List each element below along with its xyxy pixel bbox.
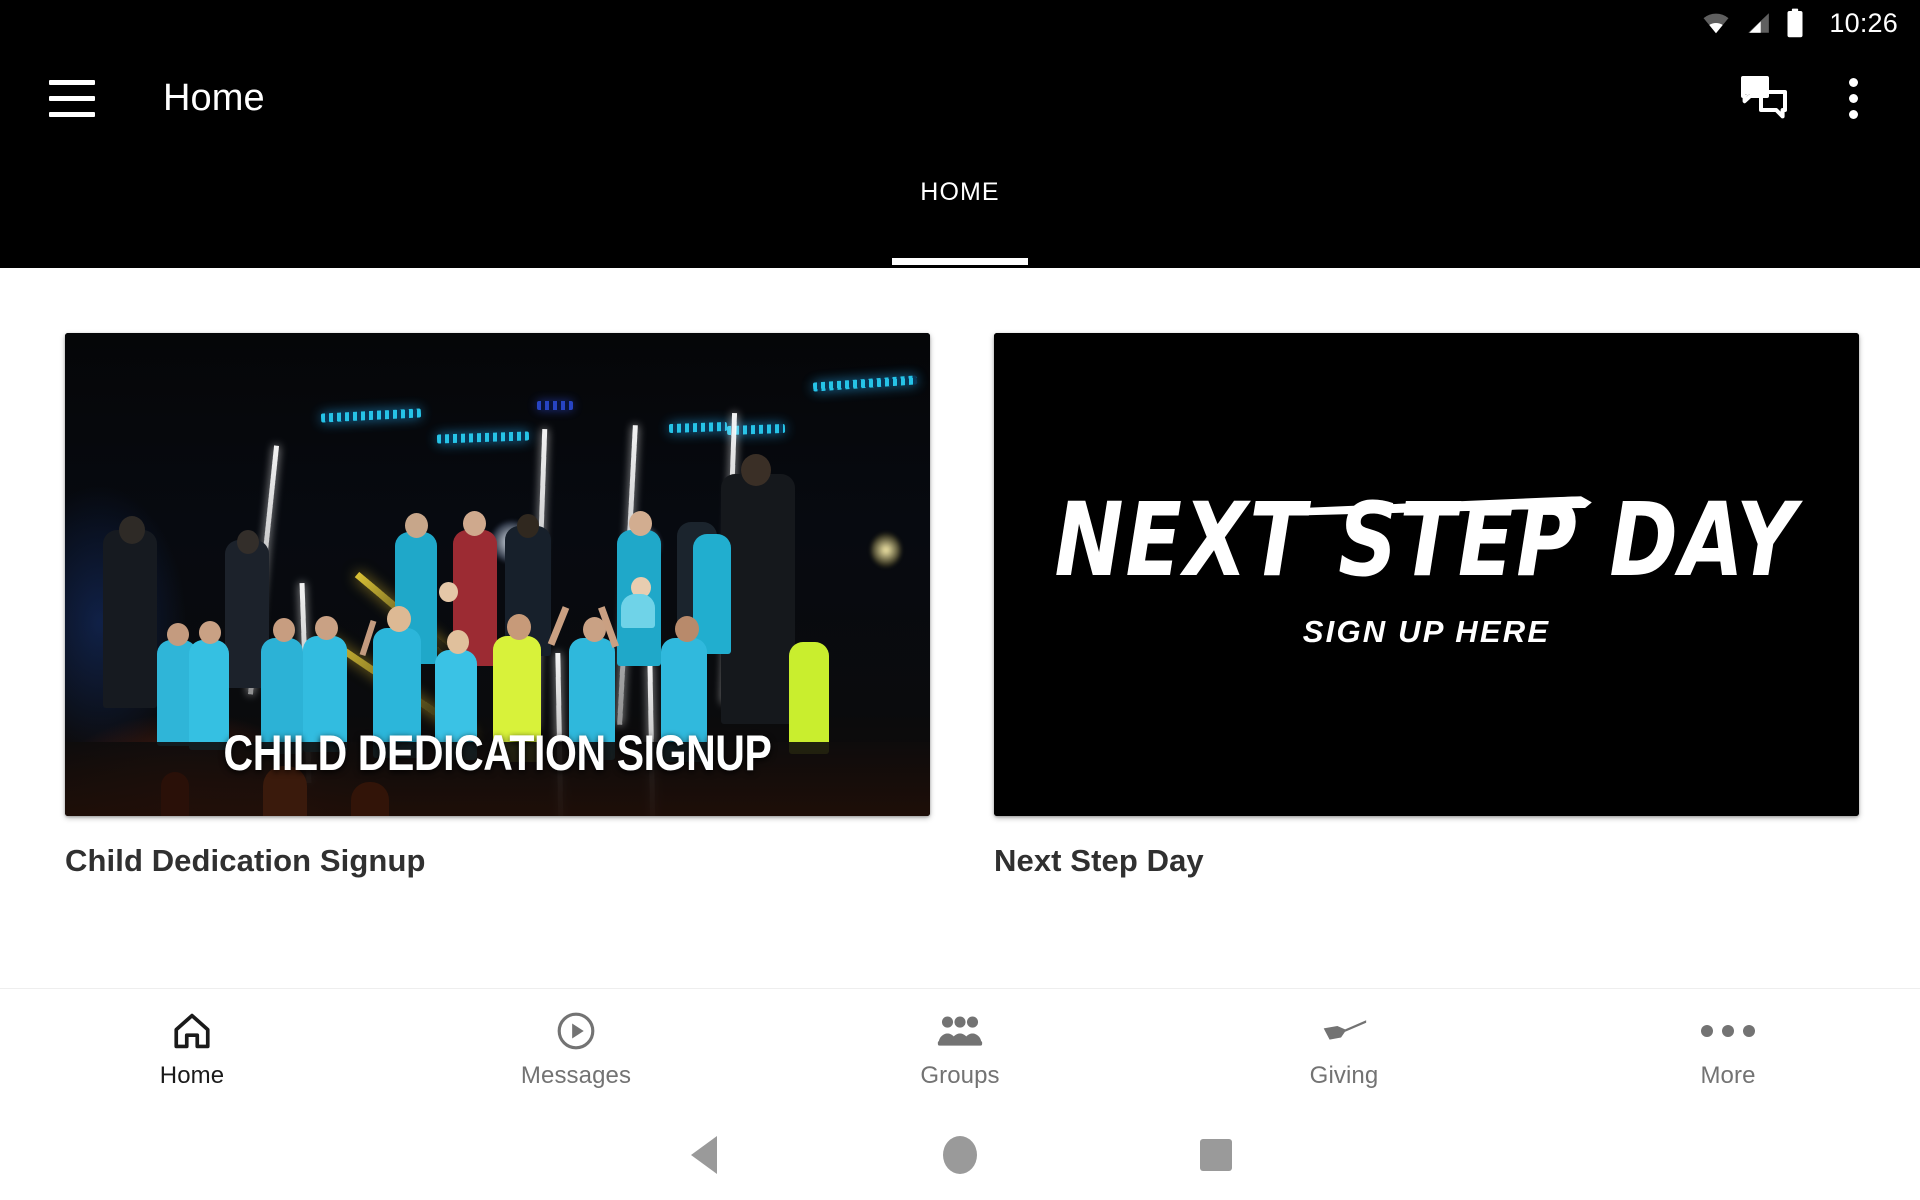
hamburger-bar	[49, 95, 95, 101]
nav-item-giving[interactable]: Giving	[1152, 1009, 1536, 1090]
wifi-icon	[1703, 13, 1729, 34]
system-back-button[interactable]	[576, 1136, 832, 1174]
recents-square-icon	[1200, 1139, 1232, 1171]
status-bar-icons: 10:26	[1701, 8, 1898, 38]
more-horizontal-icon	[1701, 1009, 1755, 1053]
back-triangle-icon	[691, 1136, 717, 1174]
nav-item-more-label: More	[1700, 1062, 1756, 1089]
nav-item-messages-label: Messages	[520, 1062, 632, 1089]
page-title: Home	[163, 76, 265, 119]
system-home-button[interactable]	[832, 1136, 1088, 1174]
tab-bar: HOME	[0, 150, 1920, 268]
system-recents-button[interactable]	[1088, 1139, 1344, 1171]
nav-item-home-label: Home	[159, 1062, 225, 1089]
app-bar: Home	[0, 46, 1920, 150]
nav-item-more[interactable]: More	[1536, 1009, 1920, 1090]
next-step-day-graphic: NEXT STEP DAY SIGN UP HERE	[994, 333, 1859, 816]
hamburger-bar	[49, 79, 95, 85]
card-title: Child Dedication Signup	[65, 843, 426, 878]
nav-item-messages[interactable]: Messages	[384, 1009, 768, 1090]
hamburger-menu-icon[interactable]	[49, 79, 95, 117]
bottom-navigation-bar: Home Messages Groups Giving More	[0, 988, 1920, 1110]
kebab-dots	[1848, 77, 1858, 119]
app-bar-actions	[1734, 67, 1884, 129]
home-icon	[170, 1009, 214, 1053]
tab-home[interactable]: HOME	[880, 150, 1039, 265]
home-circle-icon	[943, 1136, 977, 1174]
play-circle-icon	[555, 1009, 597, 1053]
card-child-dedication-signup[interactable]: CHILD DEDICATION SIGNUP Child Dedication…	[65, 333, 930, 879]
chat-bubbles-icon	[1741, 76, 1787, 119]
card-grid: CHILD DEDICATION SIGNUP Child Dedication…	[0, 268, 1920, 879]
more-dot	[1743, 1025, 1755, 1037]
more-dots	[1701, 1025, 1755, 1037]
hamburger-bar	[49, 111, 95, 117]
people-group-icon	[935, 1009, 985, 1053]
nav-item-home[interactable]: Home	[0, 1009, 384, 1090]
tab-active-indicator	[892, 258, 1028, 265]
nav-item-groups-label: Groups	[920, 1062, 1000, 1089]
status-bar-clock: 10:26	[1829, 7, 1898, 38]
messages-icon[interactable]	[1734, 67, 1796, 129]
main-content: CHILD DEDICATION SIGNUP Child Dedication…	[0, 268, 1920, 988]
overflow-menu-icon[interactable]	[1822, 67, 1884, 129]
status-bar: 10:26	[0, 0, 1920, 46]
kebab-dot	[1848, 109, 1858, 119]
app-root: 10:26 Home HOME CHILD DEDICATION SIGNUP …	[0, 0, 1920, 1200]
kebab-dot	[1848, 77, 1858, 87]
tab-home-label: HOME	[920, 178, 1000, 206]
cellular-signal-icon	[1748, 13, 1770, 33]
card-title: Next Step Day	[994, 843, 1204, 878]
nav-item-giving-label: Giving	[1309, 1062, 1379, 1089]
open-hand-icon	[1320, 1009, 1368, 1053]
card-media-graphic[interactable]: NEXT STEP DAY SIGN UP HERE	[994, 333, 1859, 816]
more-dot	[1722, 1025, 1734, 1037]
kebab-dot	[1848, 93, 1858, 103]
more-dot	[1701, 1025, 1713, 1037]
nav-item-groups[interactable]: Groups	[768, 1009, 1152, 1090]
card-overlay-title: CHILD DEDICATION SIGNUP	[223, 725, 772, 781]
battery-icon	[1787, 8, 1803, 38]
card-overlay-subtitle: SIGN UP HERE	[1302, 613, 1551, 649]
card-overlay-title: NEXT STEP DAY	[1054, 481, 1799, 600]
card-media-photo[interactable]: CHILD DEDICATION SIGNUP	[65, 333, 930, 816]
android-system-navigation-bar	[0, 1110, 1920, 1200]
card-next-step-day[interactable]: NEXT STEP DAY SIGN UP HERE Next Step Day	[994, 333, 1859, 879]
